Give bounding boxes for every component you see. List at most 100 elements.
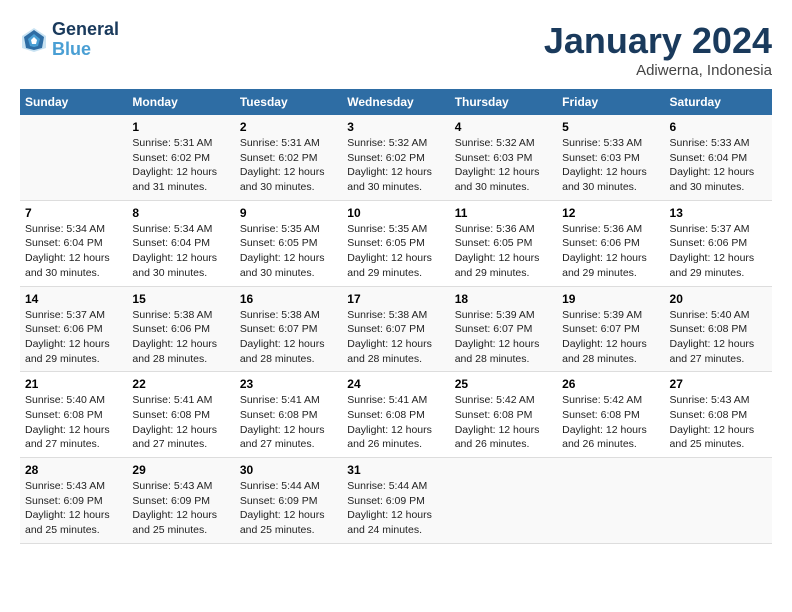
day-number: 29 (132, 463, 229, 477)
month-title: January 2024 (544, 20, 772, 62)
title-block: January 2024 Adiwerna, Indonesia (544, 20, 772, 79)
day-number: 21 (25, 377, 122, 391)
day-number: 3 (347, 120, 444, 134)
day-number: 18 (455, 292, 552, 306)
day-number: 1 (132, 120, 229, 134)
calendar-cell: 21 Sunrise: 5:40 AMSunset: 6:08 PMDaylig… (20, 372, 127, 458)
day-info: Sunrise: 5:34 AMSunset: 6:04 PMDaylight:… (132, 222, 229, 281)
calendar-week-row: 7 Sunrise: 5:34 AMSunset: 6:04 PMDayligh… (20, 200, 772, 286)
day-info: Sunrise: 5:41 AMSunset: 6:08 PMDaylight:… (347, 393, 444, 452)
day-info: Sunrise: 5:35 AMSunset: 6:05 PMDaylight:… (347, 222, 444, 281)
day-info: Sunrise: 5:35 AMSunset: 6:05 PMDaylight:… (240, 222, 337, 281)
day-info: Sunrise: 5:38 AMSunset: 6:06 PMDaylight:… (132, 308, 229, 367)
day-number: 26 (562, 377, 659, 391)
day-number: 11 (455, 206, 552, 220)
calendar-cell (20, 115, 127, 200)
calendar-week-row: 1 Sunrise: 5:31 AMSunset: 6:02 PMDayligh… (20, 115, 772, 200)
calendar-cell: 29 Sunrise: 5:43 AMSunset: 6:09 PMDaylig… (127, 458, 234, 544)
day-info: Sunrise: 5:32 AMSunset: 6:02 PMDaylight:… (347, 136, 444, 195)
calendar-cell (665, 458, 772, 544)
day-number: 24 (347, 377, 444, 391)
calendar-cell: 17 Sunrise: 5:38 AMSunset: 6:07 PMDaylig… (342, 286, 449, 372)
day-info: Sunrise: 5:43 AMSunset: 6:09 PMDaylight:… (132, 479, 229, 538)
day-number: 27 (670, 377, 767, 391)
logo-text-line2: Blue (52, 40, 119, 60)
calendar-cell: 16 Sunrise: 5:38 AMSunset: 6:07 PMDaylig… (235, 286, 342, 372)
day-number: 16 (240, 292, 337, 306)
day-info: Sunrise: 5:44 AMSunset: 6:09 PMDaylight:… (240, 479, 337, 538)
header-wednesday: Wednesday (342, 89, 449, 115)
calendar-cell: 6 Sunrise: 5:33 AMSunset: 6:04 PMDayligh… (665, 115, 772, 200)
day-number: 15 (132, 292, 229, 306)
day-info: Sunrise: 5:42 AMSunset: 6:08 PMDaylight:… (562, 393, 659, 452)
calendar-cell: 18 Sunrise: 5:39 AMSunset: 6:07 PMDaylig… (450, 286, 557, 372)
calendar-cell: 4 Sunrise: 5:32 AMSunset: 6:03 PMDayligh… (450, 115, 557, 200)
day-number: 14 (25, 292, 122, 306)
day-info: Sunrise: 5:31 AMSunset: 6:02 PMDaylight:… (132, 136, 229, 195)
day-number: 9 (240, 206, 337, 220)
calendar-cell: 31 Sunrise: 5:44 AMSunset: 6:09 PMDaylig… (342, 458, 449, 544)
day-number: 25 (455, 377, 552, 391)
day-number: 17 (347, 292, 444, 306)
day-number: 2 (240, 120, 337, 134)
calendar-cell: 23 Sunrise: 5:41 AMSunset: 6:08 PMDaylig… (235, 372, 342, 458)
day-number: 4 (455, 120, 552, 134)
day-info: Sunrise: 5:38 AMSunset: 6:07 PMDaylight:… (347, 308, 444, 367)
day-number: 5 (562, 120, 659, 134)
calendar-week-row: 14 Sunrise: 5:37 AMSunset: 6:06 PMDaylig… (20, 286, 772, 372)
calendar-cell: 20 Sunrise: 5:40 AMSunset: 6:08 PMDaylig… (665, 286, 772, 372)
day-info: Sunrise: 5:36 AMSunset: 6:05 PMDaylight:… (455, 222, 552, 281)
day-info: Sunrise: 5:36 AMSunset: 6:06 PMDaylight:… (562, 222, 659, 281)
day-number: 20 (670, 292, 767, 306)
header-monday: Monday (127, 89, 234, 115)
day-info: Sunrise: 5:32 AMSunset: 6:03 PMDaylight:… (455, 136, 552, 195)
day-number: 22 (132, 377, 229, 391)
day-info: Sunrise: 5:31 AMSunset: 6:02 PMDaylight:… (240, 136, 337, 195)
day-number: 30 (240, 463, 337, 477)
calendar-cell: 15 Sunrise: 5:38 AMSunset: 6:06 PMDaylig… (127, 286, 234, 372)
day-number: 13 (670, 206, 767, 220)
header-thursday: Thursday (450, 89, 557, 115)
day-info: Sunrise: 5:33 AMSunset: 6:04 PMDaylight:… (670, 136, 767, 195)
day-info: Sunrise: 5:43 AMSunset: 6:08 PMDaylight:… (670, 393, 767, 452)
calendar-cell: 25 Sunrise: 5:42 AMSunset: 6:08 PMDaylig… (450, 372, 557, 458)
location-subtitle: Adiwerna, Indonesia (544, 62, 772, 79)
calendar-cell: 19 Sunrise: 5:39 AMSunset: 6:07 PMDaylig… (557, 286, 664, 372)
calendar-cell: 22 Sunrise: 5:41 AMSunset: 6:08 PMDaylig… (127, 372, 234, 458)
calendar-week-row: 28 Sunrise: 5:43 AMSunset: 6:09 PMDaylig… (20, 458, 772, 544)
day-number: 19 (562, 292, 659, 306)
day-info: Sunrise: 5:37 AMSunset: 6:06 PMDaylight:… (670, 222, 767, 281)
calendar-cell: 5 Sunrise: 5:33 AMSunset: 6:03 PMDayligh… (557, 115, 664, 200)
calendar-cell (557, 458, 664, 544)
day-info: Sunrise: 5:40 AMSunset: 6:08 PMDaylight:… (25, 393, 122, 452)
day-info: Sunrise: 5:38 AMSunset: 6:07 PMDaylight:… (240, 308, 337, 367)
day-info: Sunrise: 5:42 AMSunset: 6:08 PMDaylight:… (455, 393, 552, 452)
day-number: 10 (347, 206, 444, 220)
day-number: 6 (670, 120, 767, 134)
calendar-cell: 1 Sunrise: 5:31 AMSunset: 6:02 PMDayligh… (127, 115, 234, 200)
calendar-cell: 13 Sunrise: 5:37 AMSunset: 6:06 PMDaylig… (665, 200, 772, 286)
header-sunday: Sunday (20, 89, 127, 115)
day-number: 7 (25, 206, 122, 220)
day-info: Sunrise: 5:33 AMSunset: 6:03 PMDaylight:… (562, 136, 659, 195)
calendar-week-row: 21 Sunrise: 5:40 AMSunset: 6:08 PMDaylig… (20, 372, 772, 458)
day-number: 28 (25, 463, 122, 477)
calendar-cell: 30 Sunrise: 5:44 AMSunset: 6:09 PMDaylig… (235, 458, 342, 544)
calendar-cell: 11 Sunrise: 5:36 AMSunset: 6:05 PMDaylig… (450, 200, 557, 286)
weekday-header-row: Sunday Monday Tuesday Wednesday Thursday… (20, 89, 772, 115)
calendar-cell: 8 Sunrise: 5:34 AMSunset: 6:04 PMDayligh… (127, 200, 234, 286)
day-info: Sunrise: 5:34 AMSunset: 6:04 PMDaylight:… (25, 222, 122, 281)
header-tuesday: Tuesday (235, 89, 342, 115)
calendar-cell: 26 Sunrise: 5:42 AMSunset: 6:08 PMDaylig… (557, 372, 664, 458)
calendar-cell: 24 Sunrise: 5:41 AMSunset: 6:08 PMDaylig… (342, 372, 449, 458)
logo-icon (20, 26, 48, 54)
logo: General Blue (20, 20, 119, 60)
calendar-cell: 3 Sunrise: 5:32 AMSunset: 6:02 PMDayligh… (342, 115, 449, 200)
day-number: 8 (132, 206, 229, 220)
day-info: Sunrise: 5:39 AMSunset: 6:07 PMDaylight:… (562, 308, 659, 367)
header-friday: Friday (557, 89, 664, 115)
calendar-cell: 10 Sunrise: 5:35 AMSunset: 6:05 PMDaylig… (342, 200, 449, 286)
calendar-cell: 27 Sunrise: 5:43 AMSunset: 6:08 PMDaylig… (665, 372, 772, 458)
calendar-cell: 2 Sunrise: 5:31 AMSunset: 6:02 PMDayligh… (235, 115, 342, 200)
day-info: Sunrise: 5:44 AMSunset: 6:09 PMDaylight:… (347, 479, 444, 538)
